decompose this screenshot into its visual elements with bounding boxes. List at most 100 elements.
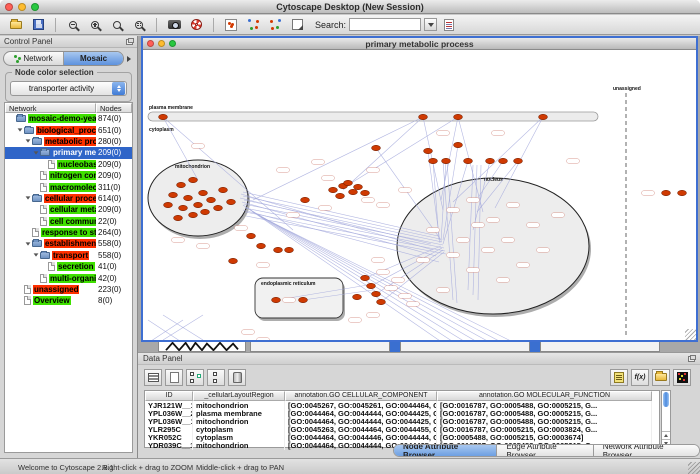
import-attributes-button[interactable] [439, 16, 459, 33]
network-node[interactable] [486, 158, 495, 163]
vizmapper-button[interactable] [243, 16, 263, 33]
network-node[interactable] [257, 243, 266, 248]
network-node[interactable] [377, 299, 386, 304]
zoom-fit-button[interactable] [129, 16, 149, 33]
network-tree-row[interactable]: response to stimulu264(0) [5, 227, 132, 238]
tab-edge-attribute-browser[interactable]: Edge Attribute Browser [497, 445, 593, 456]
tree-expander-icon[interactable] [24, 196, 32, 200]
float-panel-icon[interactable] [126, 39, 133, 45]
network-tree-row[interactable]: metabolic process280(0) [5, 136, 132, 147]
network-tree-row[interactable]: nucleobase-209(0) [5, 159, 132, 170]
network-node[interactable] [372, 145, 381, 150]
float-panel-icon[interactable] [688, 356, 695, 362]
column-header[interactable]: _cellularLayoutRegion [193, 391, 285, 401]
zoom-out-button[interactable] [63, 16, 83, 33]
network-node[interactable] [361, 190, 370, 195]
save-session-button[interactable] [28, 16, 48, 33]
background-window-fragment[interactable] [400, 341, 530, 352]
tree-expander-icon[interactable] [32, 151, 40, 155]
network-node[interactable] [214, 205, 223, 210]
network-node[interactable] [344, 180, 353, 185]
search-dropdown-button[interactable] [424, 18, 437, 31]
network-node[interactable] [219, 187, 228, 192]
network-tree-row[interactable]: cellular process614(0) [5, 193, 132, 204]
search-input[interactable] [349, 18, 421, 31]
column-header[interactable]: ID [145, 391, 193, 401]
network-node[interactable] [454, 142, 463, 147]
attribute-editor-button[interactable] [610, 369, 628, 386]
tree-column-network[interactable]: Network [5, 103, 96, 113]
network-node[interactable] [285, 247, 294, 252]
network-node[interactable] [354, 184, 363, 189]
network-node[interactable] [164, 202, 173, 207]
background-window-fragment[interactable] [158, 341, 246, 352]
app-titlebar[interactable]: Cytoscape Desktop (New Session) [0, 0, 700, 14]
tree-expander-icon[interactable] [32, 253, 40, 257]
network-node[interactable] [194, 202, 203, 207]
network-node[interactable] [514, 158, 523, 163]
table-scrollbar[interactable] [661, 390, 671, 448]
tree-expander-icon[interactable] [24, 139, 32, 143]
snapshot-button[interactable] [164, 16, 184, 33]
delete-attribute-button[interactable] [228, 369, 246, 386]
select-attributes-button[interactable] [186, 369, 204, 386]
network-canvas[interactable]: plasma membranecytoplasmmitochondrionnuc… [143, 50, 696, 340]
network-tree-row[interactable]: transport558(0) [5, 250, 132, 261]
network-node[interactable] [539, 114, 548, 119]
network-node[interactable] [361, 275, 370, 280]
network-node[interactable] [272, 297, 281, 302]
background-window-fragment[interactable] [390, 341, 400, 352]
network-tree-row[interactable]: nitrogen compo209(0) [5, 170, 132, 181]
network-node[interactable] [301, 197, 310, 202]
network-node[interactable] [159, 114, 168, 119]
network-node[interactable] [299, 297, 308, 302]
network-tree-row[interactable]: cellular metabo209(0) [5, 204, 132, 215]
annotation-button[interactable] [287, 16, 307, 33]
network-node[interactable] [169, 192, 178, 197]
network-node[interactable] [662, 190, 671, 195]
tab-overflow-button[interactable] [124, 56, 134, 62]
tab-mosaic[interactable]: Mosaic [64, 52, 123, 65]
network-tree-row[interactable]: macromolecule311(0) [5, 181, 132, 192]
network-node[interactable] [442, 158, 451, 163]
network-node[interactable] [424, 148, 433, 153]
network-node[interactable] [329, 187, 338, 192]
heatmap-button[interactable] [673, 369, 691, 386]
network-node[interactable] [372, 291, 381, 296]
tab-network[interactable]: Network [4, 52, 64, 65]
network-tree-row[interactable]: mosaic-demo-yeast874(0) [5, 113, 132, 124]
open-file-button[interactable] [6, 16, 26, 33]
node-color-dropdown[interactable]: transporter activity [10, 81, 127, 96]
column-header[interactable]: annotation.GO MOLECULAR_FUNCTION [437, 391, 652, 401]
network-node[interactable] [207, 197, 216, 202]
unselect-attributes-button[interactable] [207, 369, 225, 386]
network-node[interactable] [179, 205, 188, 210]
network-node[interactable] [229, 258, 238, 263]
zoom-in-button[interactable] [85, 16, 105, 33]
network-tree-row[interactable]: multi-organism pro42(0) [5, 272, 132, 283]
network-node[interactable] [174, 215, 183, 220]
tree-column-nodes[interactable]: Nodes [96, 103, 132, 113]
network-node[interactable] [177, 182, 186, 187]
column-header[interactable]: annotation.GO CELLULAR_COMPONENT [285, 391, 437, 401]
formula-button[interactable]: f(x) [631, 369, 649, 386]
network-node[interactable] [349, 189, 358, 194]
attribute-table-button[interactable] [144, 369, 162, 386]
new-network-button[interactable] [221, 16, 241, 33]
network-node[interactable] [189, 212, 198, 217]
tree-expander-icon[interactable] [16, 128, 24, 132]
vizmapper-edit-button[interactable] [265, 16, 285, 33]
network-node[interactable] [274, 247, 283, 252]
network-tree-row[interactable]: establishment of lo558(0) [5, 238, 132, 249]
network-tree-row[interactable]: secretion41(0) [5, 261, 132, 272]
network-tree-row[interactable]: primary metabo209(0) [5, 147, 132, 158]
network-tree-row[interactable]: cell communicat22(0) [5, 216, 132, 227]
network-node[interactable] [678, 190, 687, 195]
tree-expander-icon[interactable] [24, 242, 32, 246]
resize-grip[interactable] [685, 329, 696, 340]
new-attribute-button[interactable] [165, 369, 183, 386]
network-node[interactable] [454, 114, 463, 119]
help-button[interactable] [186, 16, 206, 33]
network-node[interactable] [184, 195, 193, 200]
network-tree-row[interactable]: biological_process651(0) [5, 124, 132, 135]
